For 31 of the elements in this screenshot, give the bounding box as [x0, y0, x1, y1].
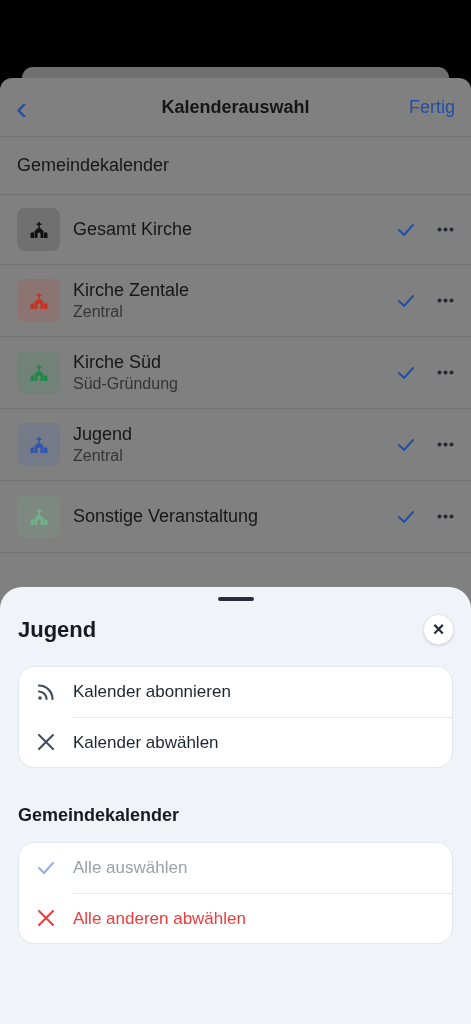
section-title: Gemeindekalender [17, 154, 170, 177]
calendar-subtitle: Süd-Gründung [73, 374, 179, 394]
calendar-subtitle: Zentral [73, 446, 124, 466]
calendar-row[interactable]: Jugend Zentral [0, 409, 471, 481]
more-icon[interactable] [437, 370, 454, 375]
close-button[interactable]: × [423, 613, 454, 645]
screen-title: Kalenderauswahl [161, 95, 310, 119]
calendar-name: Kirche Zentale [73, 279, 191, 302]
calendar-row[interactable]: Kirche Zentale Zentral [0, 265, 471, 337]
more-icon[interactable] [437, 227, 454, 232]
calendar-name: Jugend [73, 423, 134, 446]
group-title: Gemeindekalender [18, 805, 180, 825]
menu-item[interactable]: Kalender abonnieren [73, 667, 452, 717]
close-icon [37, 909, 55, 927]
menu-item[interactable]: Kalender abwählen [73, 717, 452, 767]
menu-item[interactable]: Alle anderen abwählen [73, 893, 452, 943]
calendar-name: Kirche Süd [73, 351, 163, 374]
calendar-name: Gesamt Kirche [73, 218, 194, 241]
more-icon[interactable] [437, 442, 454, 447]
check-icon [37, 861, 55, 875]
sheet-title: Jugend [18, 615, 97, 644]
calendar-row[interactable]: Gesamt Kirche [0, 195, 471, 265]
calendar-name: Sonstige Veranstaltung [73, 505, 260, 528]
close-icon [37, 733, 55, 751]
more-icon[interactable] [437, 514, 454, 519]
calendar-row[interactable]: Kirche Süd Süd-Gründung [0, 337, 471, 409]
calendar-row[interactable]: Sonstige Veranstaltung [0, 481, 471, 553]
calendar-subtitle: Zentral [73, 302, 124, 322]
rss-icon [37, 683, 55, 701]
drag-handle[interactable] [217, 597, 254, 601]
more-icon[interactable] [437, 298, 454, 303]
